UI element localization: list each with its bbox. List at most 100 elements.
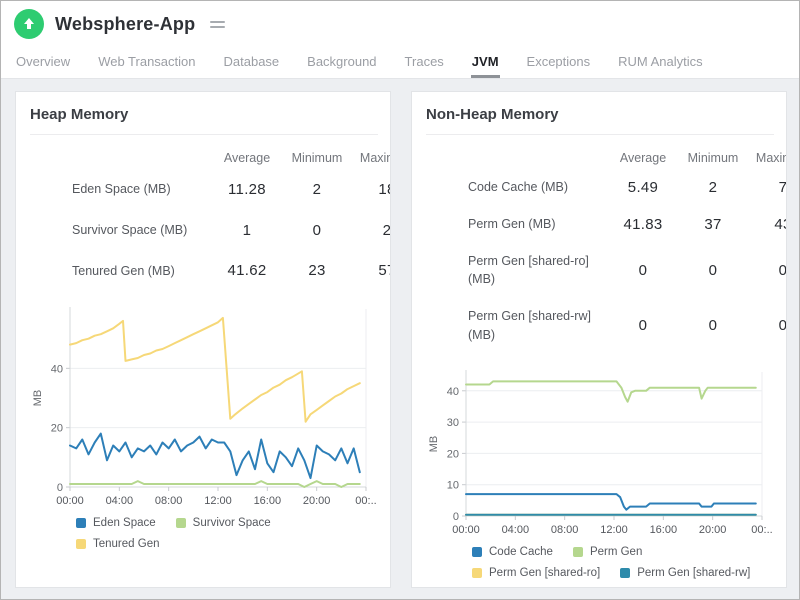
svg-text:04:00: 04:00 xyxy=(502,524,530,536)
column-maximum: Maximum xyxy=(359,151,390,165)
svg-text:16:00: 16:00 xyxy=(650,524,678,536)
metric-label: Code Cache (MB) xyxy=(468,180,569,194)
svg-text:30: 30 xyxy=(447,417,459,429)
tab-database[interactable]: Database xyxy=(223,47,281,78)
metric-average: 0 xyxy=(638,261,648,279)
svg-text:04:00: 04:00 xyxy=(106,495,134,507)
svg-text:MB: MB xyxy=(428,435,440,452)
metric-label: Tenured Gen (MB) xyxy=(72,263,175,278)
metric-minimum: 37 xyxy=(704,215,722,233)
legend-item-survivor-space[interactable]: Survivor Space xyxy=(175,517,271,530)
metric-average: 41.62 xyxy=(227,262,267,280)
svg-text:16:00: 16:00 xyxy=(254,495,282,507)
table-header-row: Average Minimum Maximum xyxy=(468,145,786,169)
legend-swatch xyxy=(472,567,482,578)
table-row: Perm Gen (MB) 41.83 37 43 xyxy=(468,206,786,243)
table-row: Perm Gen [shared-rw] (MB) 0 0 0 xyxy=(468,298,786,354)
app-window: Websphere-App Overview Web Transaction D… xyxy=(0,0,800,600)
tab-jvm[interactable]: JVM xyxy=(470,47,500,78)
legend-item-tenured-gen[interactable]: Tenured Gen xyxy=(76,538,160,550)
divider xyxy=(426,134,774,135)
heap-memory-panel: Heap Memory Average Minimum Maximum Eden… xyxy=(15,91,391,588)
legend-item-perm-gen-shared-rw[interactable]: Perm Gen [shared-rw] xyxy=(620,567,750,579)
app-header: Websphere-App xyxy=(1,1,799,47)
app-title: Websphere-App xyxy=(55,13,196,34)
metric-maximum: 7 xyxy=(778,178,787,196)
tab-web-transaction[interactable]: Web Transaction xyxy=(97,47,196,78)
metric-maximum: 0 xyxy=(778,317,787,335)
metric-average: 41.83 xyxy=(623,215,663,233)
metric-label: Perm Gen [shared-ro] (MB) xyxy=(468,253,589,287)
svg-text:20:00: 20:00 xyxy=(699,524,727,536)
tab-traces[interactable]: Traces xyxy=(404,47,445,78)
metric-average: 0 xyxy=(638,317,648,335)
legend-item-code-cache[interactable]: Code Cache xyxy=(472,546,553,558)
nonheap-memory-panel: Non-Heap Memory Average Minimum Maximum … xyxy=(411,91,787,588)
nonheap-chart-legend: Code Cache Perm Gen Perm Gen [shared-ro]… xyxy=(472,546,752,579)
heap-metrics-table: Average Minimum Maximum Eden Space (MB) … xyxy=(72,145,390,291)
column-minimum: Minimum xyxy=(291,151,343,165)
table-row: Perm Gen [shared-ro] (MB) 0 0 0 xyxy=(468,243,786,299)
svg-text:08:00: 08:00 xyxy=(155,495,183,507)
tab-bar: Overview Web Transaction Database Backgr… xyxy=(1,47,799,79)
metric-label: Survivor Space (MB) xyxy=(72,222,188,237)
table-row: Survivor Space (MB) 1 0 2 xyxy=(72,210,390,251)
svg-text:12:00: 12:00 xyxy=(600,524,628,536)
metric-minimum: 2 xyxy=(312,180,322,198)
svg-text:20: 20 xyxy=(447,448,459,460)
content-area: Heap Memory Average Minimum Maximum Eden… xyxy=(1,79,799,588)
legend-item-perm-gen-shared-ro[interactable]: Perm Gen [shared-ro] xyxy=(472,567,600,579)
legend-swatch xyxy=(472,546,482,557)
svg-text:10: 10 xyxy=(447,479,459,491)
heap-panel-title: Heap Memory xyxy=(30,106,129,123)
svg-text:00:00: 00:00 xyxy=(56,495,84,507)
legend-label: Survivor Space xyxy=(192,517,271,530)
metric-maximum: 43 xyxy=(774,215,786,233)
legend-label: Perm Gen [shared-ro] xyxy=(489,566,601,579)
app-status-up-icon xyxy=(14,9,44,39)
metric-average: 1 xyxy=(242,221,252,239)
svg-text:08:00: 08:00 xyxy=(551,524,579,536)
tab-overview[interactable]: Overview xyxy=(15,47,71,78)
heap-chart-legend: Eden Space Survivor Space Tenured Gen xyxy=(76,517,356,550)
legend-label: Perm Gen [shared-rw] xyxy=(637,566,751,579)
metric-label: Perm Gen [shared-rw] (MB) xyxy=(468,309,591,342)
svg-text:0: 0 xyxy=(453,511,459,523)
legend-swatch xyxy=(76,518,86,529)
nonheap-memory-chart: 0 10 20 30 40 00:00 04:00 08:00 12:00 16:00 20:00 0… xyxy=(426,364,786,542)
legend-label: Code Cache xyxy=(489,545,553,558)
tab-exceptions[interactable]: Exceptions xyxy=(526,47,592,78)
metric-average: 5.49 xyxy=(627,178,659,196)
metric-maximum: 0 xyxy=(778,261,787,279)
metric-minimum: 23 xyxy=(308,262,326,280)
legend-label: Eden Space xyxy=(93,517,156,530)
tab-background[interactable]: Background xyxy=(306,47,377,78)
metric-label: Perm Gen (MB) xyxy=(468,216,556,231)
legend-swatch xyxy=(76,539,86,550)
legend-item-perm-gen[interactable]: Perm Gen xyxy=(572,546,642,558)
tab-rum-analytics[interactable]: RUM Analytics xyxy=(617,47,704,78)
column-maximum: Maximum xyxy=(755,151,786,165)
svg-text:40: 40 xyxy=(447,385,459,397)
metric-minimum: 0 xyxy=(312,221,322,239)
nonheap-metrics-table: Average Minimum Maximum Code Cache (MB) … xyxy=(468,145,786,354)
heap-memory-chart: 0 20 40 00:00 04:00 08:00 12:00 16:00 20:00 00:..… xyxy=(30,301,390,513)
legend-swatch xyxy=(175,518,186,529)
legend-swatch xyxy=(620,567,631,578)
table-row: Eden Space (MB) 11.28 2 18 xyxy=(72,169,390,210)
svg-text:00:..: 00:.. xyxy=(751,524,772,536)
legend-item-eden-space[interactable]: Eden Space xyxy=(76,517,156,529)
svg-text:20:00: 20:00 xyxy=(303,495,331,507)
column-average: Average xyxy=(223,151,271,165)
metric-minimum: 0 xyxy=(708,317,718,335)
hamburger-menu-icon[interactable] xyxy=(208,17,227,32)
svg-text:0: 0 xyxy=(57,482,63,494)
svg-text:20: 20 xyxy=(51,423,63,435)
svg-text:MB: MB xyxy=(32,390,44,407)
legend-swatch xyxy=(572,546,583,557)
divider xyxy=(30,134,378,135)
metric-minimum: 2 xyxy=(708,178,718,196)
nonheap-panel-title: Non-Heap Memory xyxy=(426,106,559,123)
column-minimum: Minimum xyxy=(687,151,739,165)
svg-text:40: 40 xyxy=(51,364,63,376)
